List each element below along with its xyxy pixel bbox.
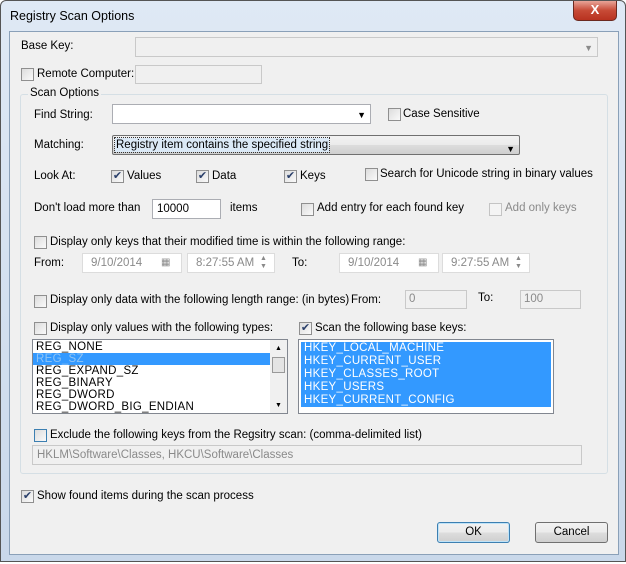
exclude-label: Exclude the following keys from the Regs… <box>50 429 422 441</box>
base-key-combo[interactable]: ▼ <box>135 37 598 57</box>
max-items-label: Don't load more than <box>34 202 141 214</box>
time-range-checkbox[interactable] <box>34 236 47 249</box>
chevron-down-icon: ▼ <box>506 144 515 154</box>
list-item[interactable]: REG_EXPAND_SZ <box>33 365 270 377</box>
dialog-window: Registry Scan Options X Base Key: ▼ Remo… <box>0 0 626 562</box>
types-label: Display only values with the following t… <box>50 322 274 334</box>
to-date-value: 9/10/2014 <box>348 257 400 269</box>
scan-options-label: Scan Options <box>28 87 102 99</box>
calendar-icon: ▦ <box>161 257 171 268</box>
length-to-label: To: <box>478 292 494 304</box>
list-item[interactable]: REG_BINARY <box>33 377 270 389</box>
list-item[interactable]: HKEY_CLASSES_ROOT <box>301 368 551 381</box>
time-from-label: From: <box>34 257 65 269</box>
case-sensitive-label: Case Sensitive <box>403 108 480 120</box>
remote-computer-label: Remote Computer: <box>37 68 135 80</box>
to-time-value: 9:27:55 AM <box>451 257 510 269</box>
ok-button[interactable]: OK <box>437 522 510 543</box>
scrollbar-thumb[interactable] <box>272 357 285 373</box>
length-to-input[interactable]: 100 <box>520 290 581 309</box>
chevron-down-icon: ▼ <box>357 110 366 120</box>
add-only-keys-label: Add only keys <box>505 202 577 214</box>
calendar-icon: ▦ <box>418 257 428 268</box>
scrollbar[interactable]: ▲ ▼ <box>270 340 287 413</box>
look-at-keys-checkbox[interactable]: ✔ <box>284 170 297 183</box>
time-to-label: To: <box>292 257 308 269</box>
list-item[interactable]: REG_NONE <box>33 341 270 353</box>
look-at-label: Look At: <box>34 170 76 182</box>
spin-down-icon[interactable]: ▼ <box>515 263 522 271</box>
unicode-checkbox[interactable] <box>365 168 378 181</box>
look-at-data-label: Data <box>212 170 237 182</box>
remote-computer-input[interactable] <box>135 65 262 84</box>
length-range-checkbox[interactable] <box>34 295 47 308</box>
to-time-picker[interactable]: 9:27:55 AM ▲ ▼ <box>442 253 530 273</box>
list-item[interactable]: REG_SZ <box>33 353 270 365</box>
from-date-picker[interactable]: 9/10/2014 ▦ <box>82 253 182 273</box>
list-item[interactable]: HKEY_CURRENT_USER <box>301 355 551 368</box>
list-item[interactable]: REG_DWORD_BIG_ENDIAN <box>33 401 270 413</box>
types-checkbox[interactable] <box>34 322 47 335</box>
from-time-value: 8:27:55 AM <box>196 257 255 269</box>
unicode-label: Search for Unicode string in binary valu… <box>380 168 593 180</box>
exclude-checkbox[interactable] <box>34 429 47 442</box>
list-item[interactable]: REG_DWORD <box>33 389 270 401</box>
show-found-checkbox[interactable]: ✔ <box>21 490 34 503</box>
time-range-label: Display only keys that their modified ti… <box>50 236 406 248</box>
base-key-label: Base Key: <box>21 40 74 52</box>
matching-label: Matching: <box>34 139 84 151</box>
chevron-down-icon: ▼ <box>584 43 593 53</box>
length-from-label: From: <box>351 294 382 306</box>
dialog-client: Base Key: ▼ Remote Computer: Scan Option… <box>9 31 619 555</box>
case-sensitive-checkbox[interactable] <box>388 108 401 121</box>
max-items-input[interactable]: 10000 <box>152 199 221 219</box>
exclude-input[interactable]: HKLM\Software\Classes, HKCU\Software\Cla… <box>32 445 582 465</box>
look-at-data-checkbox[interactable]: ✔ <box>196 170 209 183</box>
length-from-input[interactable]: 0 <box>405 290 467 309</box>
list-item[interactable]: HKEY_CURRENT_CONFIG <box>301 394 551 407</box>
base-keys-label: Scan the following base keys: <box>315 322 467 334</box>
find-string-combo[interactable]: ▼ <box>112 104 371 124</box>
spin-down-icon[interactable]: ▼ <box>260 263 267 271</box>
from-time-picker[interactable]: 8:27:55 AM ▲ ▼ <box>187 253 275 273</box>
add-entry-checkbox[interactable] <box>301 203 314 216</box>
list-item[interactable]: HKEY_LOCAL_MACHINE <box>301 342 551 355</box>
look-at-values-checkbox[interactable]: ✔ <box>111 170 124 183</box>
value-types-list[interactable]: REG_NONE REG_SZ REG_EXPAND_SZ REG_BINARY… <box>32 339 288 414</box>
cancel-button[interactable]: Cancel <box>535 522 608 543</box>
remote-computer-checkbox[interactable] <box>21 68 34 81</box>
items-label: items <box>230 202 258 214</box>
spin-up-icon[interactable]: ▲ <box>260 255 267 263</box>
matching-value: Registry item contains the specified str… <box>113 137 331 153</box>
add-only-keys-checkbox[interactable] <box>489 203 502 216</box>
find-string-label: Find String: <box>34 109 93 121</box>
look-at-values-label: Values <box>127 170 162 182</box>
matching-select[interactable]: Registry item contains the specified str… <box>112 135 520 155</box>
spin-up-icon[interactable]: ▲ <box>515 255 522 263</box>
list-item[interactable]: HKEY_USERS <box>301 381 551 394</box>
base-keys-checkbox[interactable]: ✔ <box>299 322 312 335</box>
show-found-label: Show found items during the scan process <box>37 490 254 502</box>
from-date-value: 9/10/2014 <box>91 257 143 269</box>
base-keys-list[interactable]: HKEY_LOCAL_MACHINE HKEY_CURRENT_USER HKE… <box>298 339 554 414</box>
add-entry-label: Add entry for each found key <box>317 202 465 214</box>
scroll-down-icon[interactable]: ▼ <box>275 400 282 412</box>
length-range-label: Display only data with the following len… <box>50 294 350 306</box>
scroll-up-icon[interactable]: ▲ <box>275 343 282 355</box>
to-date-picker[interactable]: 9/10/2014 ▦ <box>339 253 439 273</box>
look-at-keys-label: Keys <box>300 170 326 182</box>
